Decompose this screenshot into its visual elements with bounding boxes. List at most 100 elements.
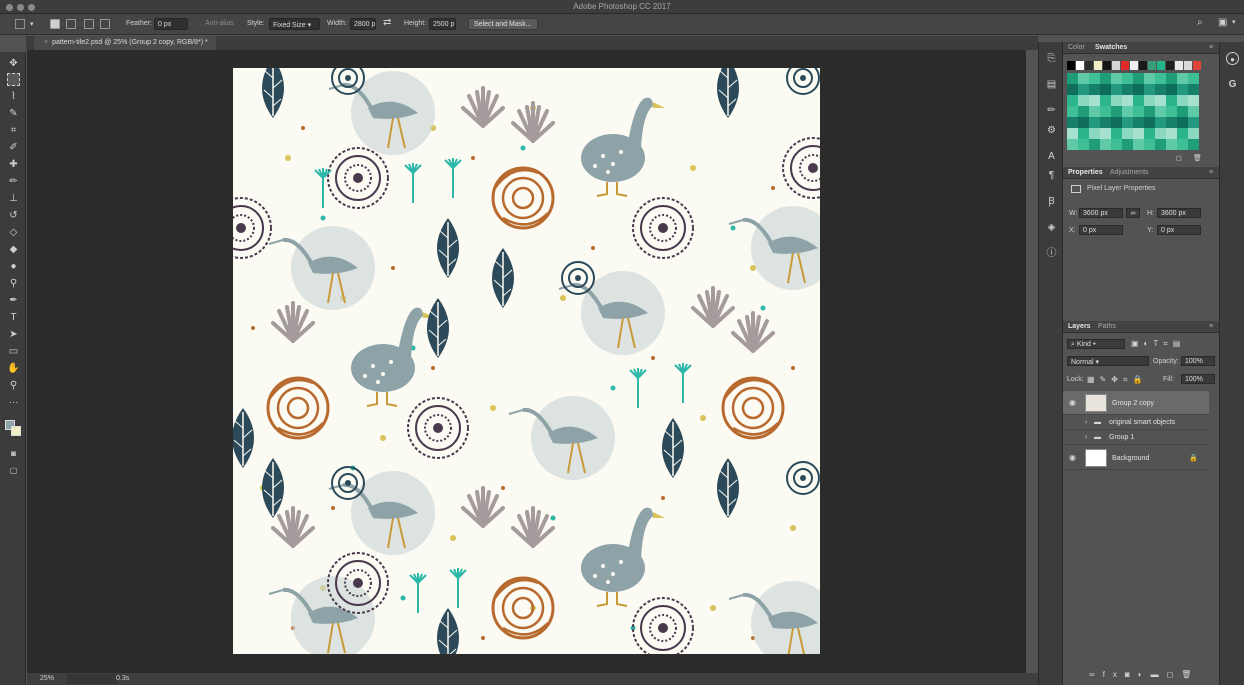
- color-swatch[interactable]: [1089, 84, 1100, 95]
- color-swatch[interactable]: [1177, 95, 1188, 106]
- swap-dimensions-icon[interactable]: ⇄: [383, 17, 391, 28]
- color-swatch[interactable]: [1188, 139, 1199, 150]
- color-swatch[interactable]: [1111, 139, 1122, 150]
- color-swatch[interactable]: [1078, 95, 1089, 106]
- h-input[interactable]: 3600 px: [1157, 208, 1201, 218]
- link-icon[interactable]: ∞: [1126, 208, 1140, 218]
- color-swatch[interactable]: [1089, 73, 1100, 84]
- color-swatch[interactable]: [1166, 73, 1177, 84]
- history-panel-icon[interactable]: ⎘: [1045, 52, 1058, 65]
- layer-actions-icons[interactable]: ∞fx◙◐▬◻🗑: [1089, 670, 1199, 679]
- new-selection-icon[interactable]: [50, 19, 60, 29]
- color-swatch[interactable]: [1166, 106, 1177, 117]
- color-swatch[interactable]: [1155, 95, 1166, 106]
- color-swatch[interactable]: [1111, 95, 1122, 106]
- hand-tool-icon[interactable]: ✋: [7, 362, 20, 375]
- color-swatch[interactable]: [1122, 128, 1133, 139]
- color-swatch[interactable]: [1177, 84, 1188, 95]
- color-swatch[interactable]: [1100, 95, 1111, 106]
- width-input[interactable]: 2800 p: [350, 18, 376, 30]
- panel-menu-icon[interactable]: ≡: [1209, 323, 1213, 330]
- color-swatch[interactable]: [1155, 84, 1166, 95]
- crop-tool-icon[interactable]: ⌗: [7, 124, 20, 137]
- rectangular-marquee-tool-icon[interactable]: [7, 73, 20, 86]
- libraries-panel-icon[interactable]: ▤: [1045, 78, 1058, 91]
- history-brush-tool-icon[interactable]: ↺: [7, 209, 20, 222]
- background-color-swatch[interactable]: [11, 426, 21, 436]
- color-swatch[interactable]: [1122, 73, 1133, 84]
- status-info[interactable]: 0.3s: [116, 675, 129, 682]
- color-swatch[interactable]: [1078, 117, 1089, 128]
- color-swatch[interactable]: [1177, 128, 1188, 139]
- color-swatch[interactable]: [1121, 61, 1129, 70]
- anti-alias-checkbox[interactable]: Anti-alias: [205, 20, 234, 27]
- color-swatch[interactable]: [1111, 84, 1122, 95]
- color-swatch[interactable]: [1155, 128, 1166, 139]
- paint-bucket-tool-icon[interactable]: ◆: [7, 243, 20, 256]
- color-swatch[interactable]: [1166, 61, 1174, 70]
- layer-row[interactable]: › ▬ original smart objects: [1063, 416, 1209, 430]
- color-swatch[interactable]: [1155, 73, 1166, 84]
- color-swatch[interactable]: [1144, 139, 1155, 150]
- color-swatch[interactable]: [1144, 106, 1155, 117]
- color-swatch[interactable]: [1133, 128, 1144, 139]
- quick-selection-tool-icon[interactable]: ✎: [7, 107, 20, 120]
- color-swatch[interactable]: [1122, 106, 1133, 117]
- color-swatch[interactable]: [1067, 61, 1075, 70]
- tab-adjustments[interactable]: Adjustments: [1110, 169, 1149, 176]
- color-swatch[interactable]: [1122, 117, 1133, 128]
- color-swatch[interactable]: [1067, 128, 1078, 139]
- layer-row[interactable]: › ▬ Group 1: [1063, 431, 1209, 445]
- eye-icon[interactable]: ◉: [1069, 399, 1078, 407]
- color-swatch[interactable]: [1111, 73, 1122, 84]
- color-swatch[interactable]: [1111, 117, 1122, 128]
- preset-chevron-icon[interactable]: ▾: [30, 20, 34, 28]
- color-swatch[interactable]: [1067, 139, 1078, 150]
- color-swatch[interactable]: [1100, 117, 1111, 128]
- color-swatch[interactable]: [1144, 95, 1155, 106]
- chevron-right-icon[interactable]: ›: [1085, 434, 1087, 441]
- color-swatch[interactable]: [1100, 139, 1111, 150]
- search-icon[interactable]: ⌕: [1197, 17, 1203, 28]
- color-swatch[interactable]: [1166, 84, 1177, 95]
- eyedropper-tool-icon[interactable]: ✐: [7, 141, 20, 154]
- color-swatch[interactable]: [1166, 128, 1177, 139]
- color-swatch[interactable]: [1155, 117, 1166, 128]
- blur-tool-icon[interactable]: ●: [7, 260, 20, 273]
- color-swatch[interactable]: [1122, 95, 1133, 106]
- fill-input[interactable]: 100%: [1181, 374, 1215, 384]
- color-swatch[interactable]: [1130, 61, 1138, 70]
- color-swatch[interactable]: [1133, 73, 1144, 84]
- color-swatch[interactable]: [1166, 117, 1177, 128]
- color-swatch[interactable]: [1100, 73, 1111, 84]
- color-swatch[interactable]: [1177, 106, 1188, 117]
- color-swatch[interactable]: [1111, 128, 1122, 139]
- add-to-selection-icon[interactable]: [66, 19, 76, 29]
- blend-mode-select[interactable]: Normal ▾: [1067, 356, 1149, 366]
- lock-icons[interactable]: ▦✎✥⌗🔒: [1087, 375, 1147, 385]
- color-swatch[interactable]: [1089, 117, 1100, 128]
- color-swatch[interactable]: [1067, 117, 1078, 128]
- color-swatch[interactable]: [1100, 128, 1111, 139]
- tab-swatches[interactable]: Swatches: [1095, 44, 1127, 51]
- close-tab-icon[interactable]: ×: [44, 39, 48, 46]
- workspace-icon[interactable]: ▣: [1218, 17, 1227, 28]
- new-swatch-icon[interactable]: ◻: [1176, 154, 1182, 162]
- color-swatch[interactable]: [1188, 106, 1199, 117]
- opacity-input[interactable]: 100%: [1181, 356, 1215, 366]
- color-swatch[interactable]: [1175, 61, 1183, 70]
- color-swatch[interactable]: [1177, 139, 1188, 150]
- tab-color[interactable]: Color: [1068, 44, 1085, 51]
- document-canvas[interactable]: [233, 68, 820, 654]
- color-swatch[interactable]: [1184, 61, 1192, 70]
- layer-filter-select[interactable]: ⌕ Kind ▾: [1067, 339, 1125, 349]
- color-swatch[interactable]: [1078, 139, 1089, 150]
- brush-tool-icon[interactable]: ✏: [7, 175, 20, 188]
- paragraph-panel-icon[interactable]: ¶: [1045, 169, 1058, 182]
- y-input[interactable]: 0 px: [1157, 225, 1201, 235]
- dodge-tool-icon[interactable]: ⚲: [7, 277, 20, 290]
- color-swatch[interactable]: [1133, 106, 1144, 117]
- layer-row[interactable]: ◉ Background 🔒: [1063, 446, 1209, 470]
- marquee-tool-preset-icon[interactable]: [15, 19, 25, 29]
- color-swatch[interactable]: [1085, 61, 1093, 70]
